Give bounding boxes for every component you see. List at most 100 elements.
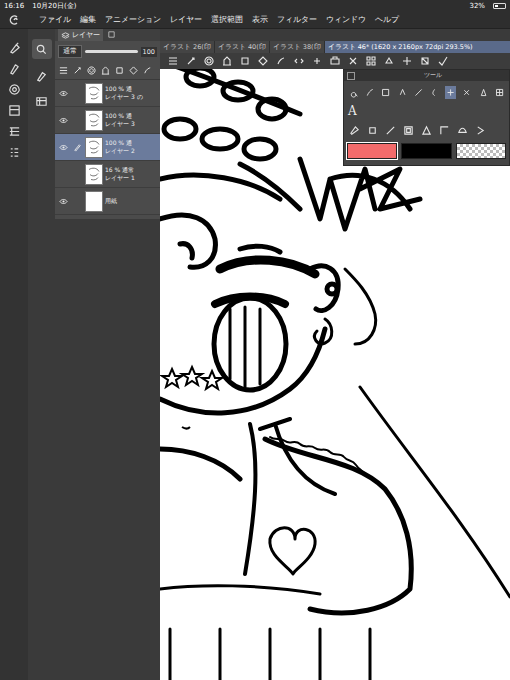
battery-icon	[493, 3, 506, 9]
sub-color-swatch[interactable]	[401, 143, 451, 159]
layer-command-icon[interactable]	[115, 66, 124, 75]
layer-command-row	[55, 62, 160, 80]
tool-icon[interactable]	[366, 124, 379, 137]
menu-item[interactable]: レイヤー	[170, 15, 202, 25]
visibility-toggle[interactable]	[57, 89, 69, 98]
command-icon[interactable]	[312, 56, 322, 66]
command-icon[interactable]	[438, 56, 448, 66]
command-icon[interactable]	[402, 56, 412, 66]
transparent-color-swatch[interactable]	[456, 143, 506, 159]
close-icon[interactable]	[347, 72, 355, 80]
tool-icon[interactable]	[348, 86, 359, 99]
tool-icon[interactable]	[380, 86, 391, 99]
tool-icon[interactable]	[494, 86, 505, 99]
document-tab[interactable]: イラスト 26(印	[160, 41, 214, 53]
menu-item[interactable]: アニメーション	[105, 15, 161, 25]
blend-mode-dropdown[interactable]: 通常	[58, 45, 82, 58]
tool-icon[interactable]	[461, 86, 472, 99]
tool-icon[interactable]	[397, 86, 408, 99]
command-icon[interactable]	[294, 56, 304, 66]
tool-icon[interactable]	[384, 124, 397, 137]
layer-command-icon[interactable]	[101, 66, 110, 75]
visibility-toggle[interactable]	[57, 197, 69, 206]
tool-icon[interactable]	[8, 146, 21, 159]
command-icon[interactable]	[276, 56, 286, 66]
layer-command-icon[interactable]	[143, 66, 152, 75]
menu-item[interactable]: ファイル	[39, 15, 71, 25]
opacity-value[interactable]: 100	[141, 47, 157, 57]
menu-item[interactable]: 編集	[80, 15, 96, 25]
navigator-button[interactable]	[32, 39, 52, 59]
menu-item[interactable]: ウィンドウ	[326, 15, 366, 25]
document-tab[interactable]: イラスト 38(印	[270, 41, 324, 53]
command-icon[interactable]	[420, 56, 430, 66]
visibility-toggle[interactable]	[57, 116, 69, 125]
layer-name: レイヤー 2	[105, 147, 135, 155]
layer-row[interactable]: 用紙	[55, 188, 160, 215]
tool-icon[interactable]	[8, 104, 21, 117]
battery-percent: 32%	[469, 2, 485, 10]
tool-icon[interactable]	[364, 86, 375, 99]
layer-command-icon[interactable]	[87, 66, 96, 75]
command-icon[interactable]	[258, 56, 268, 66]
layer-thumbnail	[85, 110, 103, 131]
command-icon[interactable]	[204, 56, 214, 66]
command-icon[interactable]	[348, 56, 358, 66]
command-icon[interactable]	[330, 56, 340, 66]
visibility-toggle[interactable]	[57, 143, 69, 152]
layer-property-tab[interactable]	[107, 30, 116, 41]
tool-icon[interactable]	[478, 86, 489, 99]
tool-icon[interactable]	[413, 86, 424, 99]
color-row	[344, 141, 509, 161]
menu-item[interactable]: フィルター	[277, 15, 317, 25]
tool-icon[interactable]	[402, 124, 415, 137]
text-tool[interactable]: A	[348, 104, 357, 118]
opacity-slider[interactable]	[85, 50, 138, 53]
tool-icon[interactable]	[429, 86, 440, 99]
tool-palette-title-bar[interactable]: ツール	[344, 70, 509, 81]
tool-icon[interactable]	[8, 83, 21, 96]
command-icon[interactable]	[186, 56, 196, 66]
layer-list: 100 % 通レイヤー 3 の100 % 通レイヤー 3100 % 通レイヤー …	[55, 80, 160, 215]
main-color-swatch[interactable]	[347, 143, 397, 159]
tool-icon[interactable]	[474, 124, 487, 137]
tool-icon[interactable]	[456, 124, 469, 137]
layer-opacity: 100 % 通	[105, 85, 143, 93]
layer-column: レイヤー通常100100 % 通レイヤー 3 の100 % 通レイヤー 3100…	[55, 29, 160, 680]
tool-icon[interactable]	[420, 124, 433, 137]
layer-panel-header: レイヤー	[55, 29, 160, 41]
eye-icon	[59, 89, 68, 98]
layer-command-icon[interactable]	[129, 66, 138, 75]
document-tab[interactable]: イラスト 46* (1620 x 2160px 72dpi 293.5%)	[325, 41, 510, 53]
tool-icon[interactable]	[438, 124, 451, 137]
command-icon[interactable]	[168, 56, 178, 66]
tool-icon[interactable]	[348, 124, 361, 137]
tool-icon[interactable]	[445, 86, 456, 99]
layer-row[interactable]: 16 % 通常レイヤー 1	[55, 161, 160, 188]
menu-item[interactable]: ヘルプ	[375, 15, 399, 25]
tool-icon[interactable]	[8, 125, 21, 138]
menu-item[interactable]: 表示	[252, 15, 268, 25]
layer-panel-tab[interactable]: レイヤー	[58, 29, 103, 41]
command-icon[interactable]	[240, 56, 250, 66]
command-icon[interactable]	[366, 56, 376, 66]
document-tab[interactable]: イラスト 40(印	[215, 41, 269, 53]
sub-tool-button[interactable]	[32, 65, 52, 85]
layer-name: 用紙	[105, 197, 117, 205]
document-tabs: イラスト 26(印イラスト 40(印イラスト 38(印イラスト 46* (162…	[160, 41, 510, 53]
layer-panel-button[interactable]	[32, 91, 52, 111]
tool-icon[interactable]	[8, 41, 21, 54]
tool-row	[344, 84, 509, 100]
command-icon[interactable]	[384, 56, 394, 66]
menu-item[interactable]: 選択範囲	[211, 15, 243, 25]
layer-row[interactable]: 100 % 通レイヤー 2	[55, 134, 160, 161]
clip-studio-logo-icon[interactable]	[8, 14, 20, 26]
tool-icon[interactable]	[8, 62, 21, 75]
layer-row[interactable]: 100 % 通レイヤー 3	[55, 107, 160, 134]
command-icon[interactable]	[222, 56, 232, 66]
layers-icon	[35, 95, 48, 108]
layer-row[interactable]: 100 % 通レイヤー 3 の	[55, 80, 160, 107]
layer-command-icon[interactable]	[59, 66, 68, 75]
layer-command-icon[interactable]	[73, 66, 82, 75]
layer-opacity: 100 % 通	[105, 139, 135, 147]
